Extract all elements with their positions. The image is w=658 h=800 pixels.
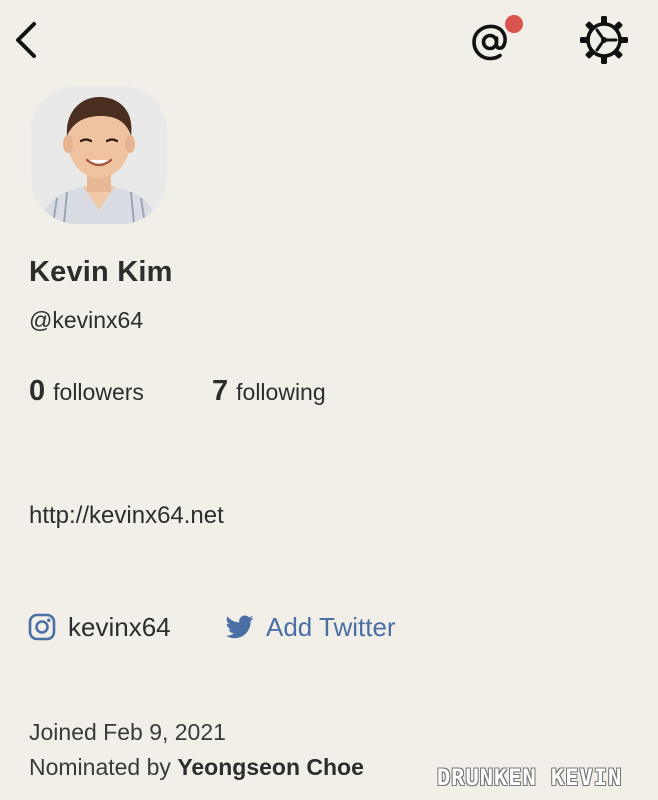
instagram-handle: kevinx64 <box>68 611 171 642</box>
instagram-icon <box>28 613 56 641</box>
back-button[interactable] <box>8 18 48 62</box>
nominated-by: Nominated by Yeongseon Choe <box>29 754 364 781</box>
followers-count: 0 <box>29 375 46 407</box>
website-link[interactable]: http://kevinx64.net <box>29 502 224 530</box>
nominator-name[interactable]: Yeongseon Choe <box>177 754 364 780</box>
followers-stat[interactable]: 0 followers <box>29 375 144 408</box>
avatar[interactable] <box>31 86 167 224</box>
at-sign-icon <box>472 15 523 61</box>
instagram-link[interactable]: kevinx64 <box>28 610 171 644</box>
following-stat[interactable]: 7 following <box>212 375 326 408</box>
joined-date: Joined Feb 9, 2021 <box>29 719 226 745</box>
profile-photo <box>31 86 167 224</box>
add-twitter-label: Add Twitter <box>266 611 396 642</box>
profile-name: Kevin Kim <box>29 256 173 288</box>
following-count: 7 <box>212 375 229 407</box>
add-twitter-button[interactable]: Add Twitter <box>226 610 396 644</box>
followers-label: followers <box>53 379 144 405</box>
profile-username: @kevinx64 <box>29 307 144 333</box>
profile-page: Kevin Kim @kevinx64 0 followers 7 followin… <box>0 0 658 800</box>
notification-dot <box>505 15 523 33</box>
twitter-icon <box>226 615 254 639</box>
chevron-left-icon <box>16 22 36 58</box>
nominated-prefix: Nominated by <box>29 754 178 780</box>
settings-button[interactable] <box>578 14 630 66</box>
watermark: DRUNKEN KEVIN <box>437 766 623 791</box>
mentions-button[interactable] <box>466 14 526 66</box>
gear-icon <box>580 16 628 64</box>
following-label: following <box>236 379 326 405</box>
